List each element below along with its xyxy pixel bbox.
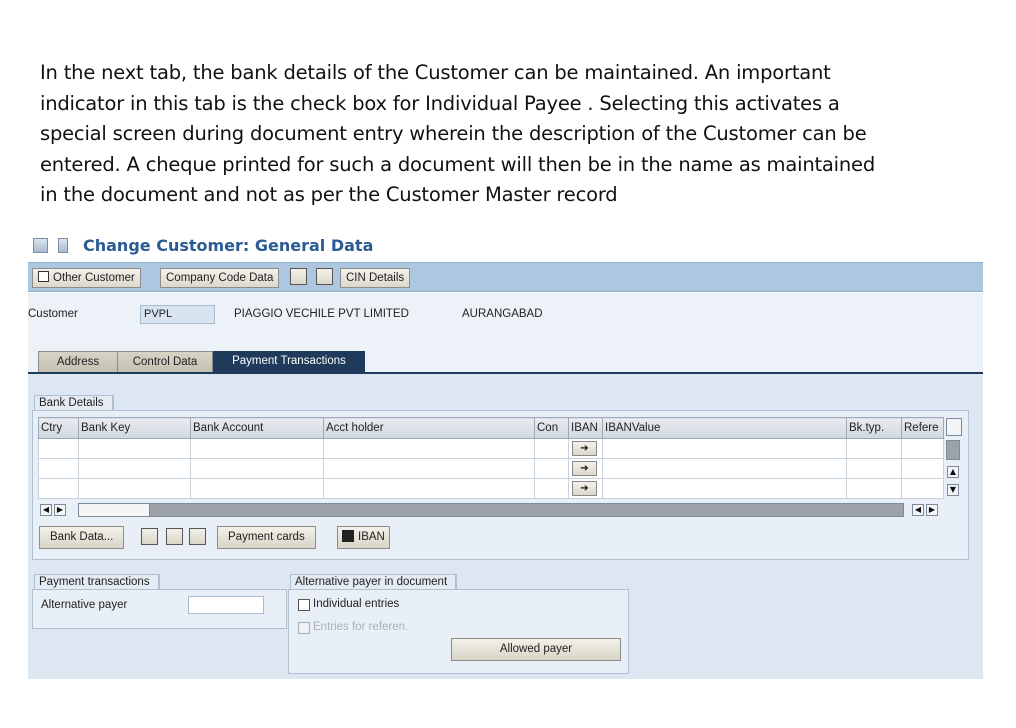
iban-button-label: IBAN [358, 531, 385, 543]
menu-dropdown-icon[interactable] [58, 238, 68, 253]
bank-data-button[interactable]: Bank Data... [39, 526, 125, 549]
individual-entries-checkbox[interactable] [298, 599, 310, 611]
iban-button[interactable]: IBAN [337, 526, 390, 549]
cell-reference[interactable] [901, 438, 944, 459]
entries-for-referen-label: Entries for referen. [313, 621, 409, 633]
filter-icon[interactable] [189, 528, 206, 545]
cell-iban[interactable]: ➔ [568, 458, 603, 479]
table-row: ➔ [38, 478, 944, 499]
other-customer-label: Other Customer [53, 272, 135, 284]
scroll-down-icon[interactable]: ▼ [947, 484, 959, 496]
cell-ctry[interactable] [38, 478, 79, 499]
col-bank-account[interactable]: Bank Account [190, 417, 324, 439]
company-code-data-label: Company Code Data [166, 272, 274, 284]
company-code-data-button[interactable]: Company Code Data [160, 268, 280, 288]
intro-line: entered. A cheque printed for such a doc… [40, 152, 876, 176]
application-toolbar: Other Customer Company Code Data CIN Det… [28, 262, 983, 292]
customer-number-field: PVPL [140, 305, 215, 324]
alternative-payer-input[interactable] [188, 596, 264, 614]
cell-bank-key[interactable] [78, 438, 191, 459]
cell-iban[interactable]: ➔ [568, 478, 603, 499]
cell-ctry[interactable] [38, 438, 79, 459]
system-menu-icon[interactable] [33, 238, 48, 253]
col-reference[interactable]: Refere [901, 417, 944, 439]
print-icon[interactable] [166, 528, 183, 545]
cell-ctry[interactable] [38, 458, 79, 479]
cell-con[interactable] [534, 438, 569, 459]
next-customer-icon[interactable] [316, 268, 333, 285]
customer-city: AURANGABAD [462, 308, 543, 320]
cell-acct-holder[interactable] [323, 458, 535, 479]
col-con[interactable]: Con [534, 417, 569, 439]
horizontal-scrollbar[interactable] [78, 503, 904, 517]
entries-for-referen-checkbox [298, 622, 310, 634]
col-bk-typ[interactable]: Bk.typ. [846, 417, 902, 439]
window-title: Change Customer: General Data [83, 236, 374, 255]
col-iban-value[interactable]: IBANValue [602, 417, 847, 439]
payment-transactions-title: Payment transactions [34, 574, 160, 590]
intro-line: indicator in this tab is the check box f… [40, 91, 840, 115]
other-customer-button[interactable]: Other Customer [32, 268, 141, 288]
cell-iban[interactable]: ➔ [568, 438, 603, 459]
intro-line: in the document and not as per the Custo… [40, 183, 618, 206]
other-customer-icon [38, 271, 49, 282]
iban-arrow-icon[interactable]: ➔ [572, 461, 597, 476]
scroll-up-icon[interactable]: ▲ [947, 466, 959, 478]
cell-bank-account[interactable] [190, 478, 324, 499]
previous-customer-icon[interactable] [290, 268, 307, 285]
intro-paragraph: In the next tab, the bank details of the… [40, 58, 990, 211]
cell-con[interactable] [534, 478, 569, 499]
table-row: ➔ [38, 438, 944, 459]
cin-details-button[interactable]: CIN Details [340, 268, 411, 288]
payment-cards-button[interactable]: Payment cards [217, 526, 316, 549]
cin-details-label: CIN Details [346, 272, 405, 284]
iban-arrow-icon[interactable]: ➔ [572, 481, 597, 496]
individual-entries-label: Individual entries [313, 598, 400, 610]
cell-bank-key[interactable] [78, 458, 191, 479]
scroll-col-right-icon[interactable]: ▶ [926, 504, 938, 516]
cell-con[interactable] [534, 458, 569, 479]
alternative-payer-label: Alternative payer [41, 599, 128, 611]
tab-control-data[interactable]: Control Data [117, 351, 213, 373]
cell-bk-typ[interactable] [846, 478, 902, 499]
customer-label: Customer [28, 308, 78, 320]
iban-icon [342, 530, 354, 542]
cell-bk-typ[interactable] [846, 458, 902, 479]
customer-name: PIAGGIO VECHILE PVT LIMITED [234, 308, 409, 320]
horizontal-scroll-thumb[interactable] [78, 503, 150, 517]
delete-row-icon[interactable] [141, 528, 158, 545]
cell-bank-account[interactable] [190, 458, 324, 479]
cell-bk-typ[interactable] [846, 438, 902, 459]
intro-line: In the next tab, the bank details of the… [40, 61, 831, 84]
cell-iban-value[interactable] [602, 478, 847, 499]
col-bank-key[interactable]: Bank Key [78, 417, 191, 439]
cell-bank-key[interactable] [78, 478, 191, 499]
col-acct-holder[interactable]: Acct holder [323, 417, 535, 439]
scroll-left-icon[interactable]: ◀ [40, 504, 52, 516]
cell-bank-account[interactable] [190, 438, 324, 459]
cell-acct-holder[interactable] [323, 478, 535, 499]
col-iban[interactable]: IBAN [568, 417, 603, 439]
cell-iban-value[interactable] [602, 438, 847, 459]
cell-reference[interactable] [901, 458, 944, 479]
window-title-bar: Change Customer: General Data [28, 232, 983, 261]
table-header-row: Ctry Bank Key Bank Account Acct holder C… [38, 417, 944, 439]
col-ctry[interactable]: Ctry [38, 417, 79, 439]
bank-details-title: Bank Details [34, 395, 114, 411]
tab-address[interactable]: Address [38, 351, 118, 373]
cell-iban-value[interactable] [602, 458, 847, 479]
tab-payment-transactions[interactable]: Payment Transactions [213, 351, 365, 373]
vertical-scroll-thumb[interactable] [946, 440, 960, 460]
scroll-col-left-icon[interactable]: ◀ [912, 504, 924, 516]
iban-arrow-icon[interactable]: ➔ [572, 441, 597, 456]
table-row: ➔ [38, 458, 944, 479]
scroll-right-icon[interactable]: ▶ [54, 504, 66, 516]
cell-reference[interactable] [901, 478, 944, 499]
allowed-payer-button[interactable]: Allowed payer [451, 638, 621, 661]
table-settings-icon[interactable] [946, 418, 962, 436]
cell-acct-holder[interactable] [323, 438, 535, 459]
alternative-payer-document-title: Alternative payer in document [290, 574, 458, 590]
intro-line: special screen during document entry whe… [40, 122, 867, 145]
bank-details-table: Ctry Bank Key Bank Account Acct holder C… [38, 417, 944, 499]
